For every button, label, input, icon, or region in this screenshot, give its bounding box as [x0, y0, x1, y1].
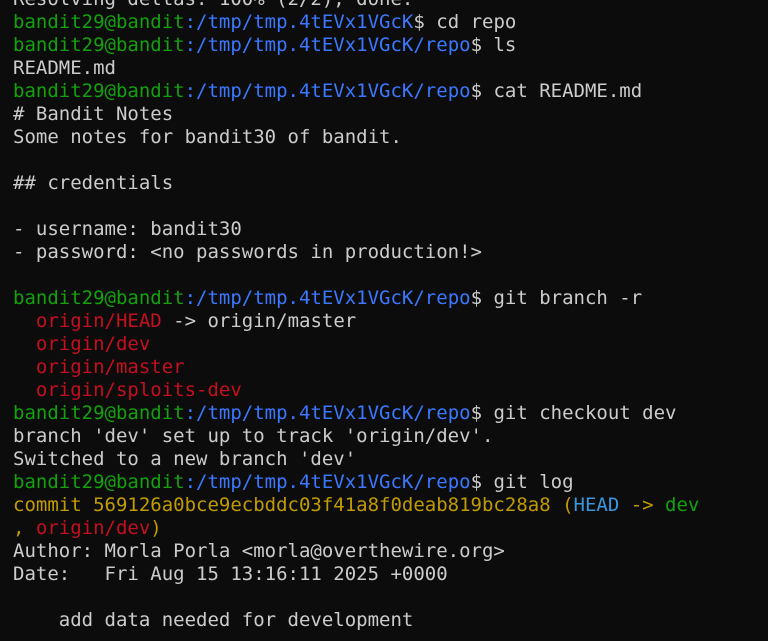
commit-ref-separator: , — [13, 517, 36, 539]
output-text: Some notes for bandit30 of bandit. — [13, 126, 402, 148]
terminal-window[interactable]: Resolving deltas: 100% (2/2), done. band… — [0, 0, 768, 641]
branch-line: origin/sploits-dev — [13, 379, 768, 402]
remote-branch-sploits-dev: origin/sploits-dev — [35, 379, 242, 401]
commit-message: add data needed for development — [13, 609, 414, 631]
prompt-path: :/tmp/tmp.4tEVx1VGcK/repo — [184, 287, 471, 309]
command-text: cd repo — [424, 11, 517, 33]
remote-branch-master: origin/master — [35, 356, 185, 378]
output-line: branch 'dev' set up to track 'origin/dev… — [13, 425, 768, 448]
output-line: Resolving deltas: 100% (2/2), done. — [13, 0, 768, 11]
output-line: # Bandit Notes — [13, 103, 768, 126]
output-line: Switched to a new branch 'dev' — [13, 448, 768, 471]
output-line: Some notes for bandit30 of bandit. — [13, 126, 768, 149]
prompt-path: :/tmp/tmp.4tEVx1VGcK/repo — [184, 471, 471, 493]
prompt-line: bandit29@bandit:/tmp/tmp.4tEVx1VGcK/repo… — [13, 402, 768, 425]
prompt-line: bandit29@bandit:/tmp/tmp.4tEVx1VGcK/repo… — [13, 80, 768, 103]
prompt-line: bandit29@bandit:/tmp/tmp.4tEVx1VGcK/repo… — [13, 34, 768, 57]
commit-remote-branch: origin/dev — [35, 517, 151, 539]
prompt-path: :/tmp/tmp.4tEVx1VGcK — [184, 11, 414, 33]
prompt-user-host: bandit29@bandit — [13, 287, 185, 309]
commit-head-ref: HEAD — [573, 494, 620, 516]
output-text: README.md — [13, 57, 116, 79]
output-text: ## credentials — [13, 172, 174, 194]
output-text: branch 'dev' set up to track 'origin/dev… — [13, 425, 494, 447]
output-text: Resolving deltas: 100% (2/2), done. — [13, 0, 413, 10]
branch-line: origin/master — [13, 356, 768, 379]
prompt-path: :/tmp/tmp.4tEVx1VGcK/repo — [184, 80, 471, 102]
prompt-user-host: bandit29@bandit — [13, 34, 185, 56]
command-text: git checkout dev — [482, 402, 677, 424]
prompt-symbol: $ — [470, 80, 483, 102]
remote-branch-head: origin/HEAD — [35, 310, 162, 332]
prompt-user-host: bandit29@bandit — [13, 80, 185, 102]
commit-line: commit 569126a0bce9ecbddc03f41a8f0deab81… — [13, 494, 768, 517]
output-text: - username: bandit30 — [13, 218, 242, 240]
output-text: Switched to a new branch 'dev' — [13, 448, 357, 470]
command-text: git log — [482, 471, 574, 493]
output-line: - username: bandit30 — [13, 218, 768, 241]
commit-ref-close: ) — [150, 517, 162, 539]
branch-indent — [13, 356, 36, 378]
prompt-symbol: $ — [470, 471, 483, 493]
output-line: Author: Morla Porla <morla@overthewire.o… — [13, 540, 768, 563]
branch-indent — [13, 333, 36, 355]
commit-author: Author: Morla Porla <morla@overthewire.o… — [13, 540, 505, 562]
branch-indent — [13, 310, 36, 332]
branch-line: origin/dev — [13, 333, 768, 356]
prompt-symbol: $ — [470, 287, 483, 309]
output-line: README.md — [13, 57, 768, 80]
branch-head-target: -> origin/master — [161, 310, 357, 332]
prompt-line: bandit29@bandit:/tmp/tmp.4tEVx1VGcK$ cd … — [13, 11, 768, 34]
prompt-symbol: $ — [470, 34, 483, 56]
command-text: git branch -r — [482, 287, 643, 309]
prompt-user-host: bandit29@bandit — [13, 402, 185, 424]
output-text: - password: <no passwords in production!… — [13, 241, 482, 263]
output-line: ## credentials — [13, 172, 768, 195]
commit-date: Date: Fri Aug 15 13:16:11 2025 +0000 — [13, 563, 448, 585]
prompt-line: bandit29@bandit:/tmp/tmp.4tEVx1VGcK/repo… — [13, 287, 768, 310]
commit-line-wrap: , origin/dev) — [13, 517, 768, 540]
prompt-path: :/tmp/tmp.4tEVx1VGcK/repo — [184, 34, 471, 56]
terminal-output: Resolving deltas: 100% (2/2), done. band… — [13, 0, 768, 632]
remote-branch-dev: origin/dev — [35, 333, 151, 355]
branch-indent — [13, 379, 36, 401]
commit-hash: commit 569126a0bce9ecbddc03f41a8f0deab81… — [13, 494, 574, 516]
prompt-user-host: bandit29@bandit — [13, 11, 185, 33]
output-text: # Bandit Notes — [13, 103, 174, 125]
command-text: ls — [482, 34, 517, 56]
output-line: add data needed for development — [13, 609, 768, 632]
prompt-symbol: $ — [413, 11, 425, 33]
output-line: - password: <no passwords in production!… — [13, 241, 768, 264]
prompt-user-host: bandit29@bandit — [13, 471, 185, 493]
command-text: cat README.md — [482, 80, 643, 102]
prompt-path: :/tmp/tmp.4tEVx1VGcK/repo — [184, 402, 471, 424]
prompt-symbol: $ — [470, 402, 483, 424]
commit-local-branch: dev — [665, 494, 700, 516]
branch-line: origin/HEAD -> origin/master — [13, 310, 768, 333]
output-line: Date: Fri Aug 15 13:16:11 2025 +0000 — [13, 563, 768, 586]
commit-head-arrow: -> — [619, 494, 666, 516]
prompt-line: bandit29@bandit:/tmp/tmp.4tEVx1VGcK/repo… — [13, 471, 768, 494]
